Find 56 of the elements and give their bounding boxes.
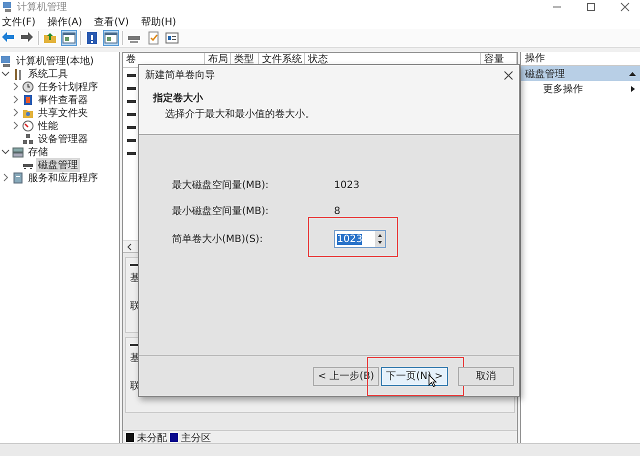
gauge-icon <box>22 120 34 132</box>
tree-item[interactable]: 服务和应用程序 <box>26 170 100 184</box>
step-heading: 指定卷大小 <box>153 91 204 105</box>
wizard-button[interactable]: 取消 <box>458 366 514 386</box>
step-description: 选择介于最大和最小值的卷大小。 <box>165 108 316 121</box>
expand-chevron-icon[interactable] <box>11 108 20 117</box>
field-label: 最小磁盘空间量(MB): <box>172 204 269 218</box>
computer-icon <box>0 54 12 66</box>
services-icon <box>12 172 24 184</box>
menu-item[interactable]: 文件(F) <box>2 14 36 28</box>
computer-icon <box>3 2 13 12</box>
menu-item[interactable]: 操作(A) <box>48 14 82 28</box>
device-tree-icon <box>22 132 34 144</box>
tree-item[interactable]: 设备管理器 <box>36 132 90 146</box>
close-icon[interactable] <box>620 2 630 12</box>
size-spinbox[interactable]: 1023 <box>334 230 386 248</box>
field-label: 最大磁盘空间量(MB): <box>172 178 269 192</box>
window-title: 计算机管理 <box>17 0 68 14</box>
pane-icon[interactable] <box>61 30 77 46</box>
list-window-icon[interactable] <box>164 30 180 46</box>
field-label: 简单卷大小(MB)(S): <box>172 232 263 246</box>
expand-chevron-icon[interactable] <box>1 173 10 182</box>
storage-icon <box>12 146 24 158</box>
legend-label: 未分配 <box>137 432 167 444</box>
collapse-chevron-icon[interactable] <box>1 69 10 78</box>
tree-item[interactable]: 计算机管理(本地) <box>14 54 96 68</box>
spin-arrows-icon[interactable] <box>375 231 385 247</box>
field-value: 8 <box>334 206 340 216</box>
submenu-arrow-icon <box>629 86 636 92</box>
maximize-icon[interactable] <box>586 2 596 12</box>
expand-chevron-icon[interactable] <box>11 95 20 104</box>
collapse-caret-icon[interactable] <box>629 70 636 76</box>
event-log-icon <box>22 94 34 106</box>
folder-up-icon[interactable] <box>42 30 58 46</box>
tree-item[interactable]: 磁盘管理 <box>36 158 80 172</box>
tree-item[interactable]: 性能 <box>36 118 60 132</box>
close-icon[interactable] <box>504 70 513 80</box>
pane-icon[interactable] <box>103 30 119 46</box>
tree-item[interactable]: 共享文件夹 <box>36 106 90 120</box>
tools-icon <box>12 68 24 80</box>
expand-chevron-icon[interactable] <box>11 82 20 91</box>
collapse-chevron-icon[interactable] <box>1 147 10 156</box>
tree-item[interactable]: 事件查看器 <box>36 92 90 106</box>
tree-item[interactable]: 任务计划程序 <box>36 80 100 94</box>
legend-label: 主分区 <box>181 432 211 444</box>
tree-item[interactable]: 存储 <box>26 144 50 158</box>
action-item[interactable]: 磁盘管理 <box>521 66 640 81</box>
expand-chevron-icon[interactable] <box>11 121 20 130</box>
action-item[interactable]: 更多操作 <box>521 81 640 96</box>
field-value: 1023 <box>334 180 360 190</box>
menu-item[interactable]: 帮助(H) <box>140 14 176 28</box>
menu-item[interactable]: 查看(V) <box>94 14 129 28</box>
dialog-title: 新建简单卷向导 <box>145 68 216 82</box>
scroll-left-icon[interactable] <box>126 242 134 250</box>
tree-item[interactable]: 系统工具 <box>26 66 70 80</box>
clock-icon <box>22 80 34 92</box>
